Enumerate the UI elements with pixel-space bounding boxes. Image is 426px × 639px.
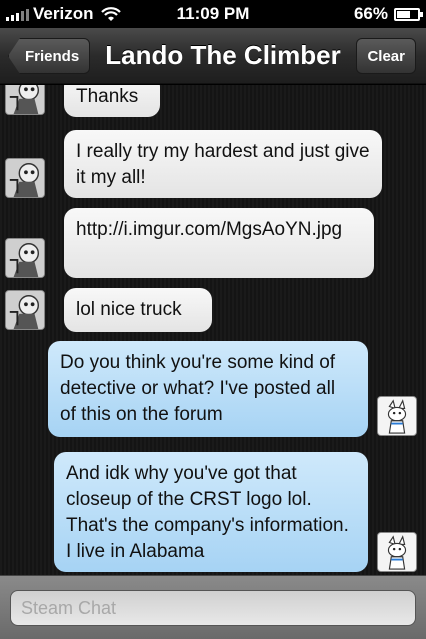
friend-avatar[interactable] bbox=[5, 238, 45, 278]
message-bubble-incoming[interactable]: lol nice truck bbox=[64, 288, 212, 332]
battery-fill bbox=[397, 10, 410, 18]
battery-percent: 66% bbox=[353, 4, 388, 23]
message-bubble-incoming[interactable]: http://i.imgur.com/MgsAoYN.jpg bbox=[64, 208, 374, 278]
my-avatar[interactable] bbox=[377, 532, 417, 572]
message-bubble-outgoing[interactable]: And idk why you've got that closeup of t… bbox=[54, 452, 368, 572]
page-title: Lando The Climber bbox=[105, 40, 341, 70]
message-bubble-incoming[interactable]: Thanks bbox=[64, 85, 160, 117]
friend-avatar[interactable] bbox=[5, 158, 45, 198]
clear-button[interactable]: Clear bbox=[356, 38, 416, 74]
friends-back-button[interactable]: Friends bbox=[8, 38, 91, 74]
message-bubble-outgoing[interactable]: Do you think you're some kind of detecti… bbox=[48, 341, 368, 437]
friend-avatar[interactable] bbox=[5, 85, 45, 115]
steam-chat-input[interactable] bbox=[10, 590, 416, 626]
input-bar bbox=[0, 575, 426, 639]
battery-icon bbox=[394, 7, 423, 21]
message-bubble-incoming[interactable]: I really try my hardest and just give it… bbox=[64, 130, 382, 198]
status-bar: Verizon 11:09 PM 66% bbox=[0, 0, 426, 28]
my-avatar[interactable] bbox=[377, 396, 417, 436]
nav-bar: Friends Lando The Climber Clear bbox=[0, 28, 426, 84]
friend-avatar[interactable] bbox=[5, 290, 45, 330]
message-list[interactable]: Thanks I really try my hardest and just … bbox=[0, 85, 426, 575]
